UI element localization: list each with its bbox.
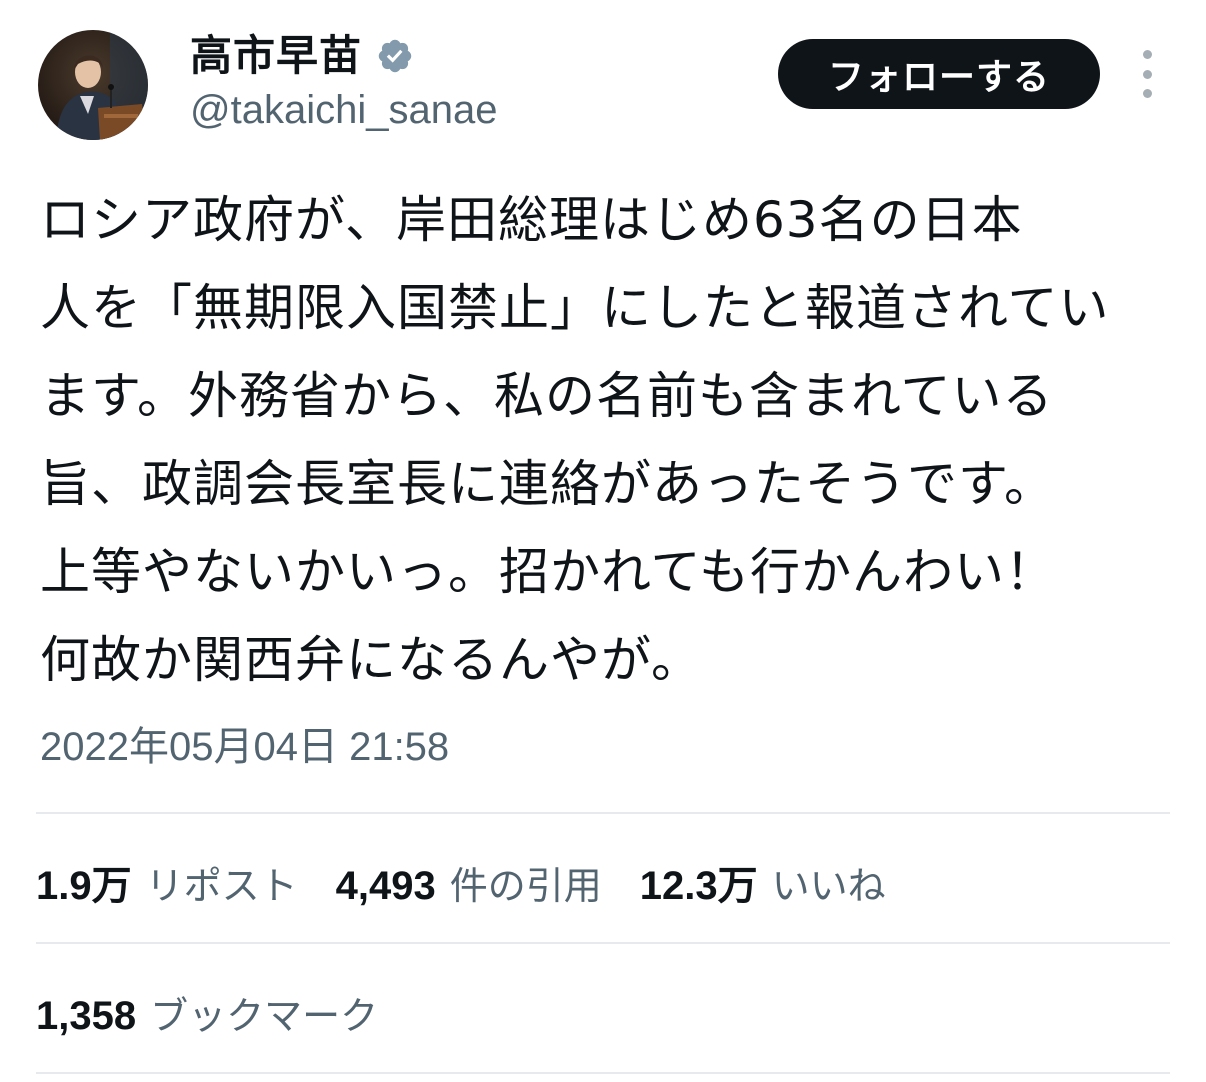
author-handle[interactable]: @takaichi_sanae (190, 90, 497, 130)
more-dot (1142, 69, 1152, 79)
divider (36, 942, 1170, 944)
more-dot (1142, 50, 1152, 59)
reposts-label: リポスト (145, 864, 298, 908)
divider (36, 1072, 1170, 1074)
engagement-stats: 1.9万 リポスト 4,493 件の引用 12.3万 いいね (36, 852, 924, 912)
more-vertical-icon[interactable] (1132, 50, 1162, 98)
likes-label: いいね (771, 864, 886, 908)
bookmarks-stat[interactable]: 1,358 ブックマーク (36, 982, 416, 1042)
author-name-row[interactable]: 高市早苗 (190, 28, 414, 84)
quotes-label: 件の引用 (449, 863, 602, 908)
bookmarks-count: 1,358 (36, 993, 137, 1038)
likes-stat[interactable]: 12.3万 いいね (640, 853, 886, 911)
follow-button[interactable]: フォローする (778, 39, 1100, 109)
more-dot (1142, 89, 1152, 98)
tweet-line: 上等やないかいっ。招かれても行かんわい！ (40, 543, 1056, 601)
bookmarks-stat-inner: 1,358 ブックマーク (36, 985, 378, 1040)
tweet-text: ロシア政府が、岸田総理はじめ63名の日本 人を「無期限入国禁止」にしたと報道され… (40, 176, 1180, 704)
tweet-line: 人を「無期限入国禁止」にしたと報道されてい (40, 279, 1110, 337)
verified-badge-icon (376, 37, 414, 75)
tweet-line: ロシア政府が、岸田総理はじめ63名の日本 (40, 191, 1023, 249)
quotes-stat[interactable]: 4,493 件の引用 (336, 855, 602, 910)
tweet-line: 旨、政調会長室長に連絡があったそうです。 (40, 455, 1055, 513)
tweet-timestamp[interactable]: 2022年05月04日 21:58 (40, 722, 449, 772)
display-name[interactable]: 高市早苗 (190, 35, 362, 77)
divider (36, 812, 1170, 814)
avatar-photo (38, 30, 148, 140)
tweet-line: 何故か関西弁になるんやが。 (40, 631, 702, 689)
tweet-line: ます。外務省から、私の名前も含まれている (40, 367, 1054, 425)
bookmarks-label: ブックマーク (150, 993, 379, 1038)
reposts-stat[interactable]: 1.9万 リポスト (36, 853, 298, 911)
reposts-count: 1.9万 (36, 864, 132, 908)
avatar[interactable] (38, 30, 148, 140)
likes-count: 12.3万 (639, 864, 758, 908)
quotes-count: 4,493 (335, 863, 436, 908)
